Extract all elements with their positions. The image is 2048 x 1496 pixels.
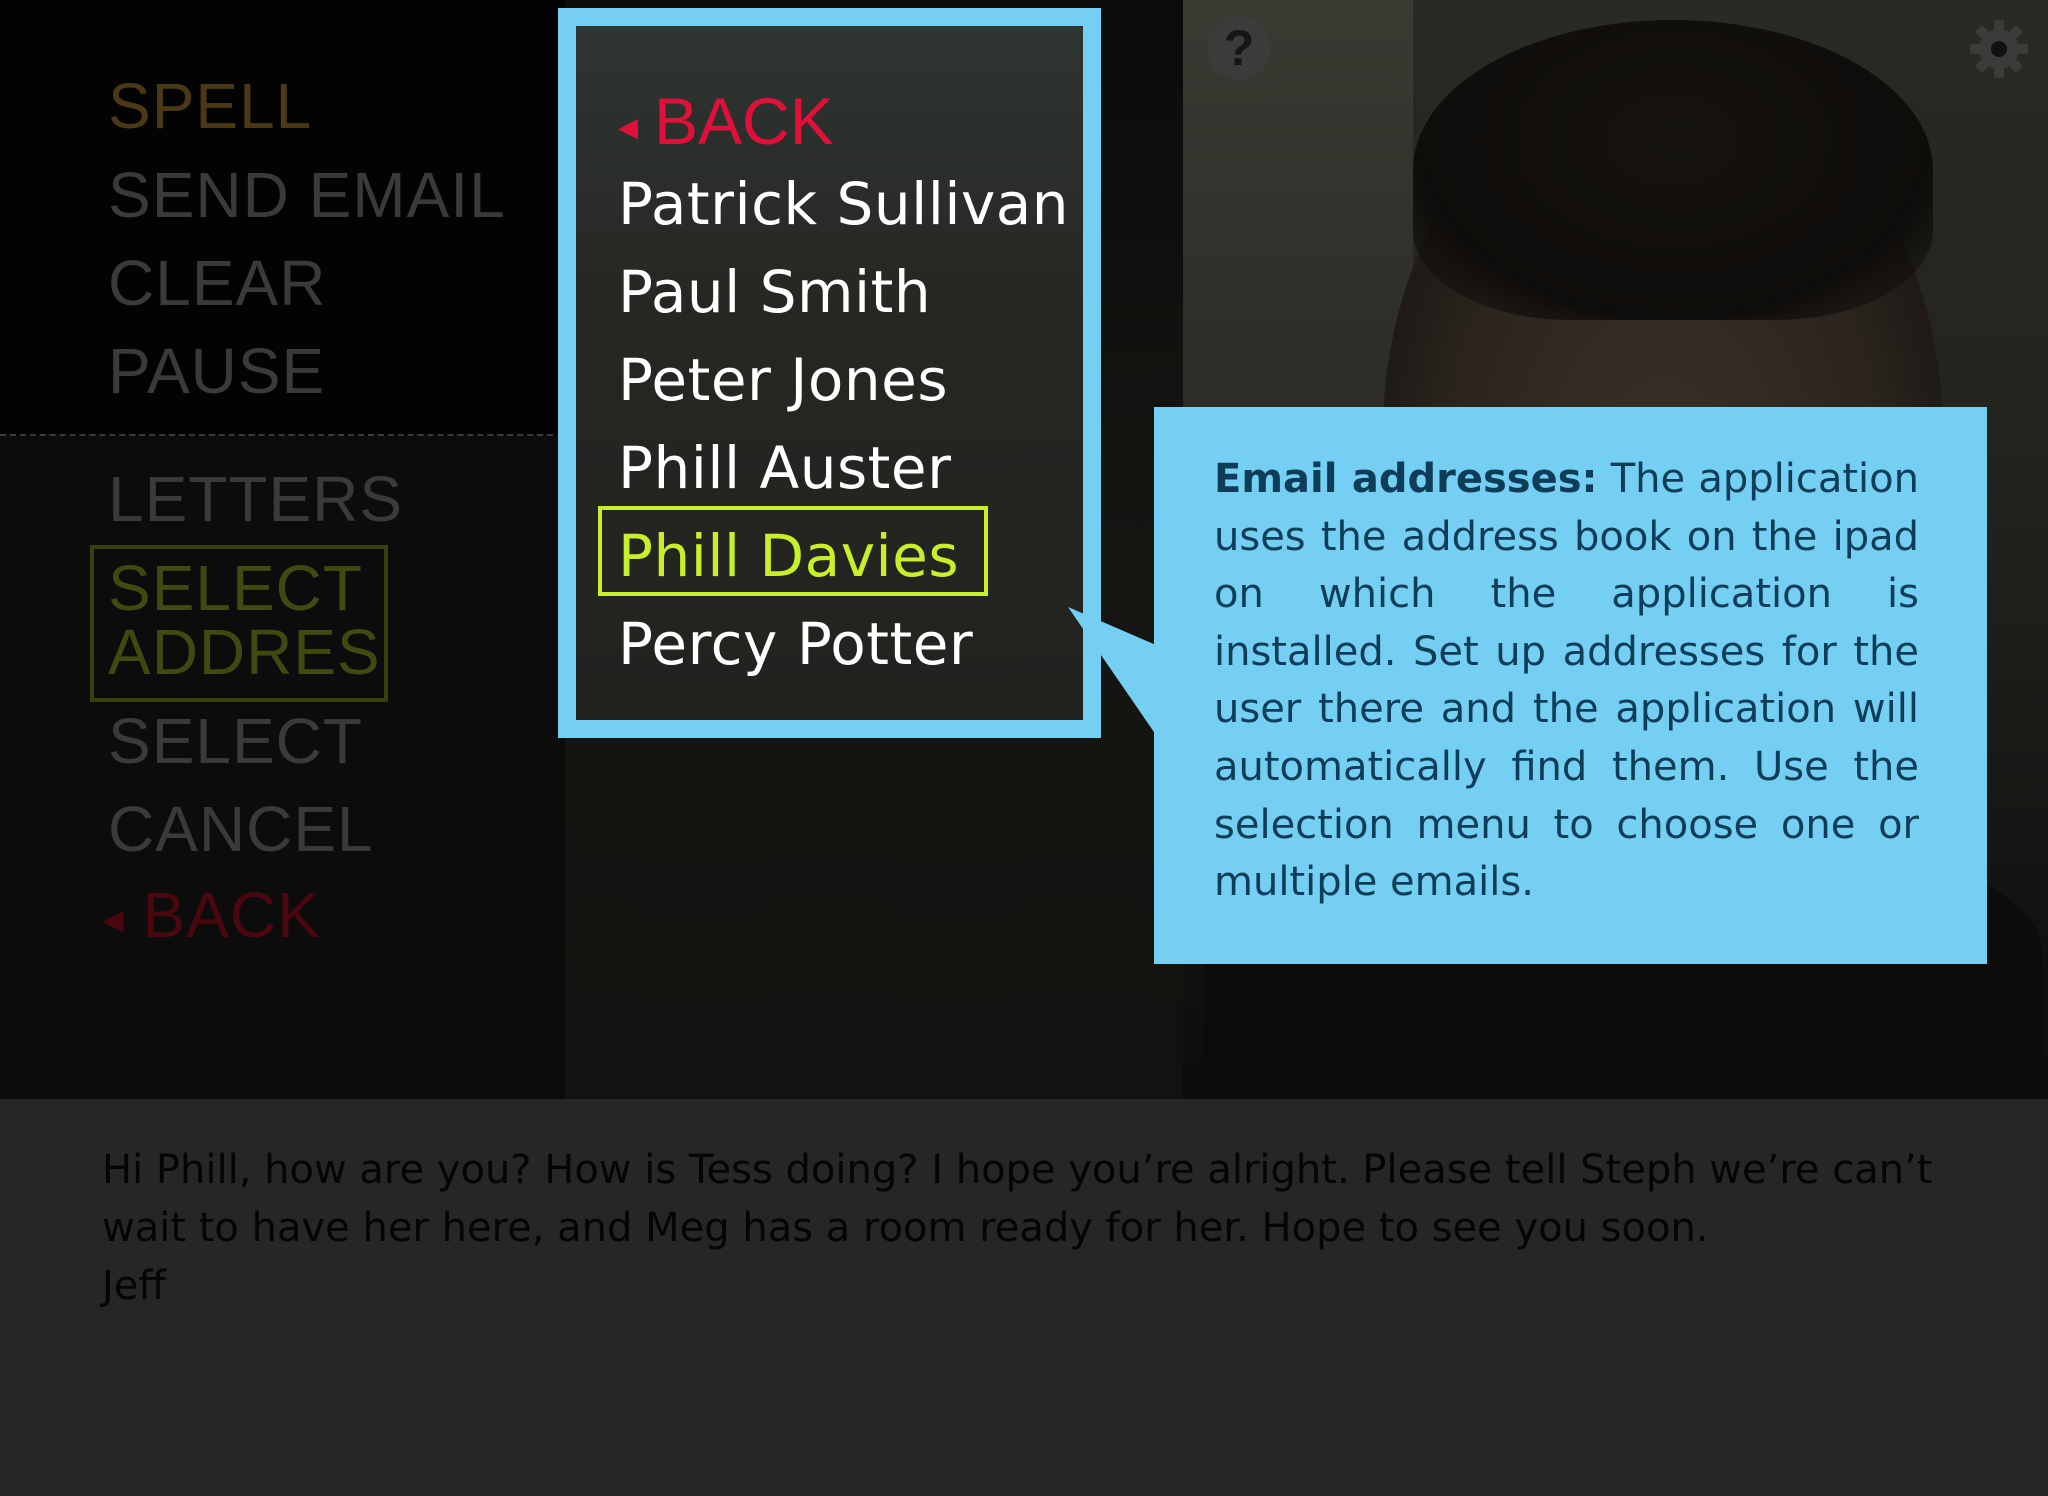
menu-back-label: BACK bbox=[142, 879, 321, 951]
menu-clear[interactable]: CLEAR bbox=[108, 250, 326, 316]
menu-back[interactable]: ◀ BACK bbox=[102, 879, 321, 953]
contact-item[interactable]: Percy Potter bbox=[618, 609, 973, 679]
help-icon[interactable]: ? bbox=[1207, 16, 1271, 80]
menu-select[interactable]: SELECT bbox=[108, 708, 363, 774]
menu-select-address[interactable]: SELECT ADDRES bbox=[108, 556, 381, 684]
side-menu: SPELL SEND EMAIL CLEAR PAUSE LETTERS SEL… bbox=[0, 0, 565, 1099]
back-arrow-icon: ◀ bbox=[102, 904, 125, 936]
contact-item[interactable]: Peter Jones bbox=[618, 345, 948, 415]
menu-pause[interactable]: PAUSE bbox=[108, 338, 325, 404]
menu-divider bbox=[0, 434, 553, 436]
contact-item[interactable]: Patrick Sullivan bbox=[618, 169, 1069, 239]
contact-item[interactable]: Paul Smith bbox=[618, 257, 931, 327]
callout-heading: Email addresses: bbox=[1214, 456, 1598, 502]
menu-send-email[interactable]: SEND EMAIL bbox=[108, 162, 506, 228]
message-area[interactable]: Hi Phill, how are you? How is Tess doing… bbox=[0, 1099, 2048, 1496]
contact-item-selected[interactable]: Phill Davies bbox=[618, 521, 959, 591]
back-arrow-icon: ◀ bbox=[618, 111, 638, 142]
gear-icon[interactable] bbox=[1966, 16, 2032, 82]
picker-back-label: BACK bbox=[654, 84, 834, 158]
menu-select-address-line2: ADDRES bbox=[108, 616, 381, 688]
contact-item[interactable]: Phill Auster bbox=[618, 433, 951, 503]
callout-text: Email addresses: The application uses th… bbox=[1214, 451, 1919, 912]
menu-cancel[interactable]: CANCEL bbox=[108, 796, 374, 862]
menu-select-address-line1: SELECT bbox=[108, 552, 363, 624]
message-text[interactable]: Hi Phill, how are you? How is Tess doing… bbox=[102, 1141, 1972, 1315]
menu-letters[interactable]: LETTERS bbox=[108, 466, 403, 532]
picker-back-button[interactable]: ◀ BACK bbox=[618, 86, 834, 162]
callout-body: The application uses the address book on… bbox=[1214, 456, 1919, 906]
menu-spell[interactable]: SPELL bbox=[108, 73, 312, 139]
help-callout: Email addresses: The application uses th… bbox=[1154, 407, 1987, 964]
contact-picker: ◀ BACK Patrick Sullivan Paul Smith Peter … bbox=[558, 8, 1101, 738]
callout-pointer bbox=[1068, 607, 1156, 735]
